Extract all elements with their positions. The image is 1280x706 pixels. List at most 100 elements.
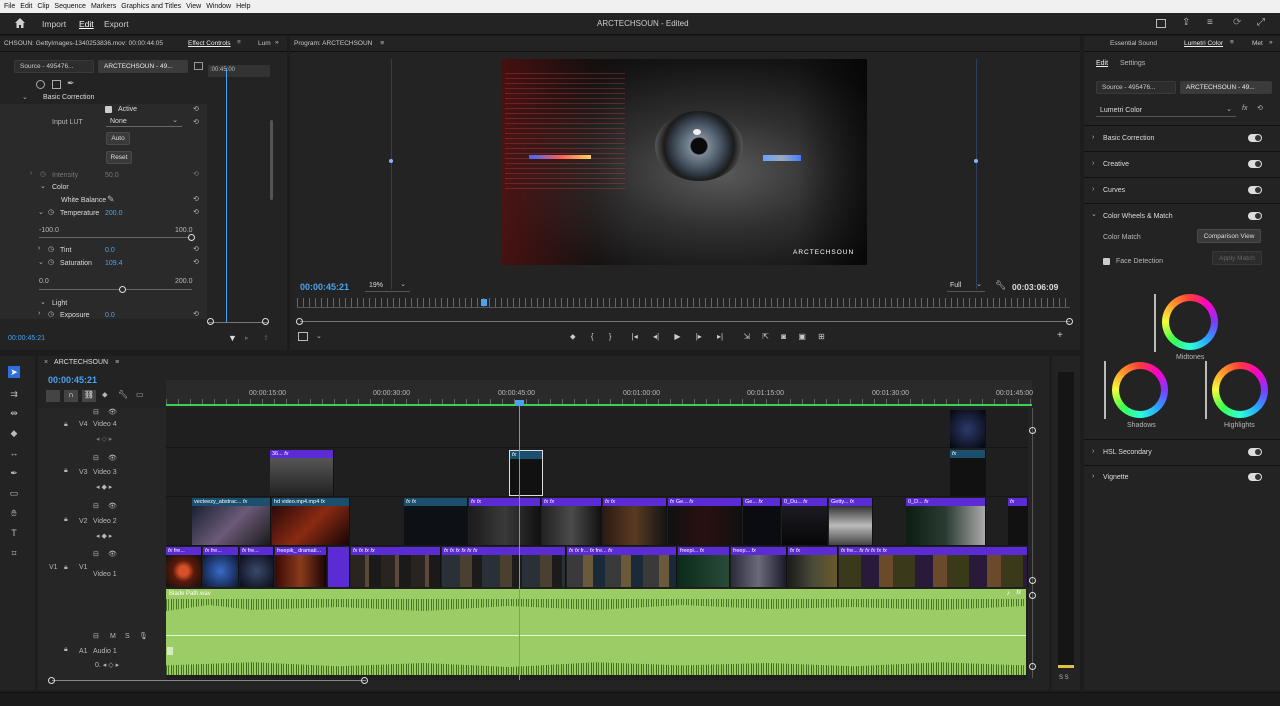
track-v3-target[interactable]: V3: [79, 469, 88, 476]
chevron-right-icon[interactable]: ›: [38, 245, 40, 252]
go-to-in-icon[interactable]: |◂: [632, 332, 638, 341]
chevron-down-icon[interactable]: ⌄: [316, 332, 322, 340]
step-forward-icon[interactable]: |▸: [696, 332, 702, 341]
chevron-right-icon[interactable]: ›: [1092, 473, 1094, 480]
video-frame[interactable]: ARCTECHSOUN: [501, 59, 867, 265]
menu-sequence[interactable]: Sequence: [54, 3, 86, 10]
v1-clip[interactable]: freep... fx: [731, 547, 787, 587]
eye-icon[interactable]: 👁︎: [108, 502, 117, 510]
saturation-slider-track[interactable]: [39, 289, 192, 290]
effect-scrollbar[interactable]: [270, 120, 273, 200]
tab-source[interactable]: Source - 495476...: [14, 60, 94, 73]
camera-icon[interactable]: ◙: [781, 332, 786, 341]
fx-icon[interactable]: fx: [1016, 590, 1021, 596]
stopwatch-icon[interactable]: ◷: [48, 310, 54, 318]
track-v2-target[interactable]: V2: [79, 518, 88, 525]
step-back-icon[interactable]: ◂|: [653, 332, 659, 341]
section-creative[interactable]: Creative: [1103, 161, 1129, 168]
reset-param-icon[interactable]: ⟲: [193, 118, 199, 126]
toggle-output-icon[interactable]: ⊟: [93, 408, 99, 416]
chevron-right-icon[interactable]: ›: [30, 170, 32, 177]
v3-clip[interactable]: fx: [950, 450, 986, 496]
stopwatch-icon[interactable]: ◷: [48, 258, 54, 266]
track-area[interactable]: 36... fx fx fx vecteezy_abstrac... fx hd…: [166, 408, 1028, 680]
v1-clip[interactable]: fx fre... fx fx fx fx fx: [839, 547, 1028, 587]
midtones-color-wheel[interactable]: [1162, 294, 1218, 350]
effect-zoom-scrollbar[interactable]: [208, 322, 268, 323]
sequence-tab[interactable]: × ARCTECHSOUN ≡: [44, 359, 119, 366]
menu-window[interactable]: Window: [206, 3, 231, 10]
v2-clip[interactable]: vecteezy_abstrac... fx: [192, 498, 271, 545]
menu-clip[interactable]: Clip: [37, 3, 49, 10]
section-curves[interactable]: Curves: [1103, 187, 1125, 194]
hscroll-handle-left[interactable]: [48, 677, 55, 684]
panel-toggle-icon[interactable]: [194, 62, 203, 70]
creative-toggle[interactable]: [1248, 160, 1262, 168]
v1-clip[interactable]: freepi... fx: [678, 547, 730, 587]
temperature-value[interactable]: 200.0: [105, 210, 123, 217]
reset-param-icon[interactable]: ⟲: [193, 170, 199, 178]
vscroll-handle[interactable]: [1029, 592, 1036, 599]
chevron-down-icon[interactable]: ⌄: [40, 182, 46, 190]
v2-clip[interactable]: fx fx: [404, 498, 468, 545]
snap-icon[interactable]: ∩: [64, 390, 78, 402]
comparison-view-button[interactable]: Comparison View: [1197, 229, 1261, 243]
add-marker-icon[interactable]: ⬥: [570, 332, 576, 341]
eye-icon[interactable]: 👁︎: [108, 408, 117, 416]
track-a1-target[interactable]: A1: [79, 648, 88, 655]
v1-clip[interactable]: fx fre...: [203, 547, 239, 587]
insert-icon[interactable]: ⇲: [743, 332, 750, 341]
section-basic-correction[interactable]: Basic Correction: [1103, 135, 1154, 142]
v3-clip-selected[interactable]: fx: [509, 450, 543, 496]
exposure-value[interactable]: 0.0: [105, 312, 115, 319]
v1-clip[interactable]: fx fx fr... fx fre... fx: [567, 547, 677, 587]
hsl-secondary-toggle[interactable]: [1248, 448, 1262, 456]
captions-icon[interactable]: ▭: [136, 390, 144, 399]
tab-effect-controls[interactable]: Effect Controls: [188, 40, 231, 47]
v1-clip[interactable]: fx fx fx fx: [351, 547, 441, 587]
zoom-handle-right[interactable]: [1066, 318, 1073, 325]
stopwatch-icon[interactable]: ◷: [48, 245, 54, 253]
v1-clip[interactable]: fx fre...: [240, 547, 274, 587]
v2-clip[interactable]: fx fx: [469, 498, 541, 545]
ellipse-mask-icon[interactable]: [36, 80, 45, 89]
add-button-icon[interactable]: +: [1057, 330, 1063, 341]
more-tabs-icon[interactable]: »: [275, 39, 279, 46]
intensity-value[interactable]: 50.0: [105, 172, 119, 179]
mark-out-icon[interactable]: }: [609, 332, 612, 341]
workspace-icon[interactable]: [1156, 19, 1166, 28]
progress-icon[interactable]: ≡: [1207, 17, 1213, 28]
reset-param-icon[interactable]: ⟲: [193, 258, 199, 266]
track-v4-target[interactable]: V4: [79, 421, 88, 428]
razor-tool-icon[interactable]: ◆: [8, 427, 20, 439]
program-title[interactable]: Program: ARCTECHSOUN: [294, 40, 372, 47]
wrench-icon[interactable]: 🔧︎: [995, 280, 1006, 291]
effect-mini-timeline[interactable]: :00:45:00: [208, 65, 270, 77]
chevron-down-icon[interactable]: ⌄: [22, 93, 28, 101]
menu-edit[interactable]: Edit: [20, 3, 32, 10]
reset-param-icon[interactable]: ⟲: [193, 105, 199, 113]
fx-icon[interactable]: fx: [1242, 105, 1247, 112]
tint-value[interactable]: 0.0: [105, 247, 115, 254]
quick-export-icon[interactable]: ⟳: [1233, 17, 1241, 28]
chevron-right-icon[interactable]: ›: [38, 310, 40, 317]
track-v1-target[interactable]: V1: [79, 564, 88, 571]
quality-dropdown[interactable]: Full ⌄: [947, 279, 985, 292]
chevron-down-icon[interactable]: ⌄: [40, 298, 46, 306]
program-zoom-scrollbar[interactable]: [300, 321, 1070, 322]
eyedropper-icon[interactable]: ✎: [107, 194, 115, 205]
menu-icon[interactable]: ≡: [1230, 39, 1234, 46]
tab-metadata[interactable]: Met: [1252, 40, 1263, 47]
zoom-handle-left[interactable]: [207, 318, 214, 325]
pen-tool-icon[interactable]: ✒: [8, 467, 20, 479]
lock-icon[interactable]: 🔒︎: [64, 564, 68, 572]
chevron-right-icon[interactable]: ›: [1092, 448, 1094, 455]
saturation-value[interactable]: 109.4: [105, 260, 123, 267]
wrench-icon[interactable]: 🔧︎: [118, 390, 128, 399]
menu-icon[interactable]: ≡: [115, 359, 119, 366]
nav-import[interactable]: Import: [42, 19, 66, 29]
reset-param-icon[interactable]: ⟲: [193, 310, 199, 318]
zoom-dropdown[interactable]: 19% ⌄: [365, 279, 410, 292]
shadows-slider[interactable]: [1104, 361, 1106, 419]
v2-clip[interactable]: 0_D... fx: [906, 498, 986, 545]
